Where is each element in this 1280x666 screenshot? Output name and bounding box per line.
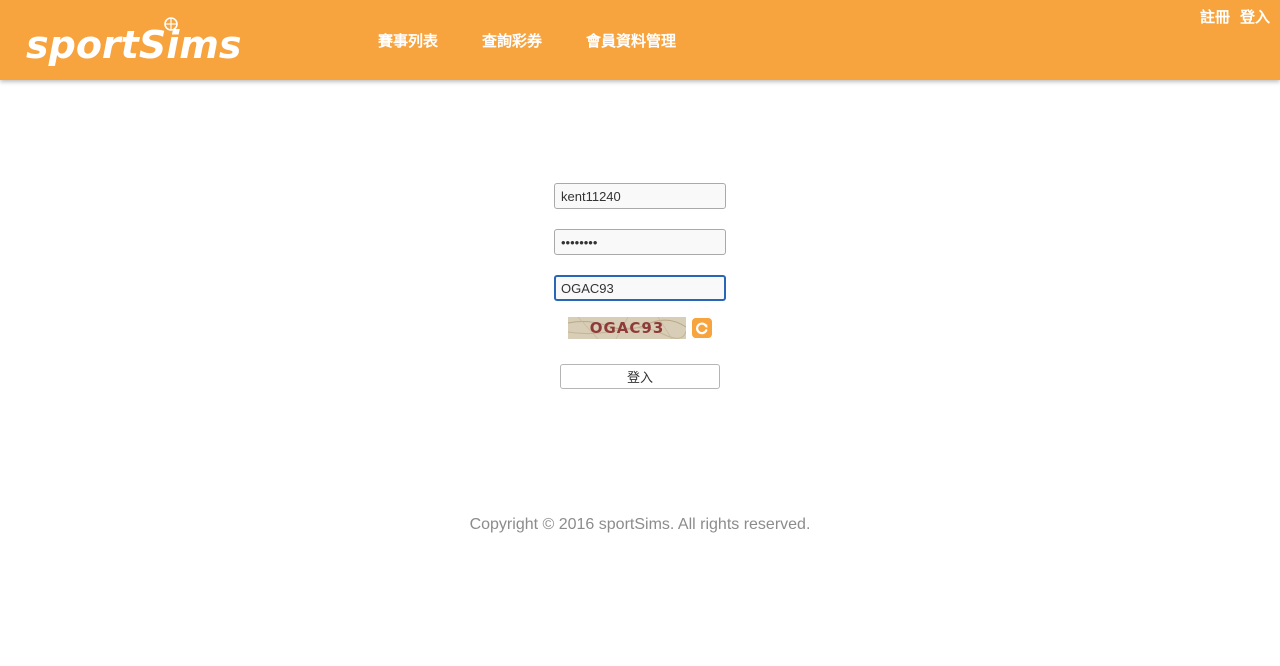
account-links: 註冊 登入: [1190, 7, 1270, 27]
password-field[interactable]: [554, 229, 726, 255]
nav-item-member-management[interactable]: 會員資料管理: [586, 31, 676, 51]
nav-item-match-list[interactable]: 賽事列表: [378, 31, 438, 51]
footer-copyright: Copyright © 2016 sportSims. All rights r…: [469, 516, 811, 533]
username-field[interactable]: [554, 183, 726, 209]
basketball-icon: [164, 17, 178, 31]
captcha-text: OGAC93: [590, 319, 665, 337]
login-link[interactable]: 登入: [1240, 7, 1270, 27]
site-header: sportSims 賽事列表 查詢彩券 會員資料管理 註冊 登入: [0, 0, 1280, 80]
refresh-captcha-button[interactable]: [692, 318, 712, 338]
captcha-input[interactable]: [554, 275, 726, 301]
logo-text: sportSims: [26, 23, 241, 66]
register-link[interactable]: 註冊: [1200, 7, 1230, 27]
main-nav: 賽事列表 查詢彩券 會員資料管理: [378, 31, 720, 51]
sportsims-logo[interactable]: sportSims: [26, 16, 246, 66]
nav-item-ticket-query[interactable]: 查詢彩券: [482, 31, 542, 51]
login-submit-button[interactable]: 登入: [560, 364, 720, 389]
captcha-image: OGAC93: [568, 317, 686, 339]
